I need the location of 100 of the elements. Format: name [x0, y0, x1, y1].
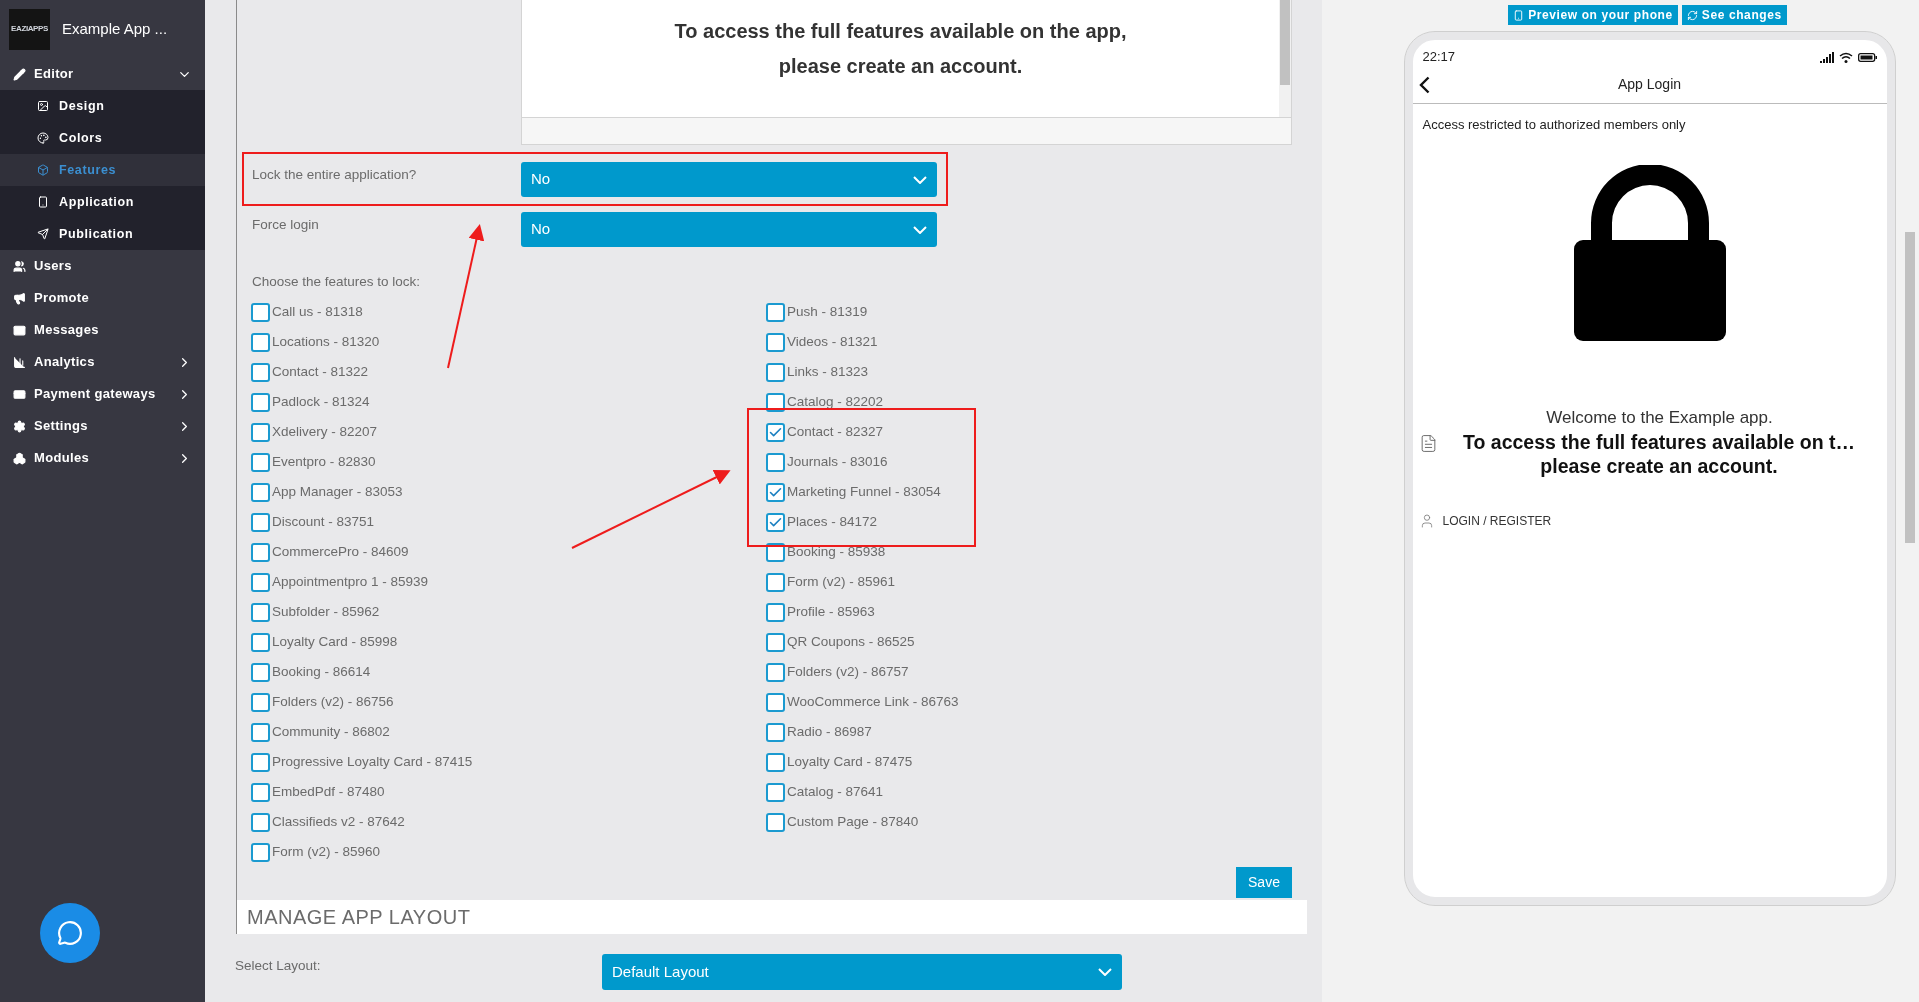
welcome-text: Welcome to the Example app. [1545, 406, 1774, 429]
cube-icon [37, 164, 49, 176]
submenu-item[interactable]: Application [0, 186, 205, 218]
sidebar-item[interactable]: Editor [0, 58, 205, 90]
feature-label: Catalog - 87641 [787, 782, 884, 801]
field-label: Select Layout: [235, 957, 322, 975]
checkbox[interactable] [766, 422, 785, 442]
logo-text: EAZIAPPS [11, 25, 48, 33]
padlock-icon [1573, 164, 1726, 341]
checkbox[interactable] [766, 482, 785, 502]
checkbox[interactable] [251, 452, 270, 472]
feature-label: CommercePro - 84609 [272, 542, 409, 561]
checkbox[interactable] [766, 692, 785, 712]
checkbox[interactable] [766, 452, 785, 472]
checkbox[interactable] [251, 602, 270, 622]
checkbox[interactable] [251, 752, 270, 772]
feature-label: Loyalty Card - 87475 [787, 752, 913, 771]
feature-label: WooCommerce Link - 86763 [787, 692, 959, 711]
feature-label: Marketing Funnel - 83054 [787, 482, 941, 501]
feature-label: Radio - 86987 [787, 722, 872, 741]
feature-label: QR Coupons - 86525 [787, 632, 915, 651]
checkbox[interactable] [766, 302, 785, 322]
feature-label: Form (v2) - 85961 [787, 572, 896, 591]
checkbox[interactable] [766, 812, 785, 832]
checkbox[interactable] [766, 752, 785, 772]
submenu-item[interactable]: Colors [0, 122, 205, 154]
checkbox[interactable] [766, 782, 785, 802]
message-text: To access the full features available on t… please create an account. [1462, 430, 1856, 478]
sidebar-item[interactable]: Users [0, 250, 205, 282]
feature-label: Eventpro - 82830 [272, 452, 376, 471]
boxes-icon [13, 451, 26, 465]
login-link[interactable]: LOGIN / REGISTER [1442, 512, 1552, 530]
checkbox[interactable] [251, 512, 270, 532]
pencil-icon [13, 67, 26, 81]
field-label: Force login [252, 216, 320, 234]
checkbox[interactable] [251, 782, 270, 802]
checkbox[interactable] [251, 482, 270, 502]
checkbox[interactable] [251, 302, 270, 322]
feature-label: Links - 81323 [787, 362, 869, 381]
scrollbar[interactable] [1279, 0, 1291, 117]
checkbox[interactable] [251, 332, 270, 352]
chat-icon [57, 920, 83, 946]
checkbox[interactable] [766, 332, 785, 352]
checkbox[interactable] [251, 812, 270, 832]
sidebar-item[interactable]: Promote [0, 282, 205, 314]
checkbox[interactable] [251, 632, 270, 652]
checkbox[interactable] [251, 392, 270, 412]
feature-label: Community - 86802 [272, 722, 390, 741]
feature-label: Places - 84172 [787, 512, 878, 531]
checkbox[interactable] [766, 722, 785, 742]
checkbox[interactable] [251, 842, 270, 862]
feature-label: Padlock - 81324 [272, 392, 370, 411]
sidebar-item[interactable]: Settings [0, 410, 205, 442]
feature-label: Push - 81319 [787, 302, 868, 321]
checkbox[interactable] [251, 572, 270, 592]
checkbox[interactable] [251, 422, 270, 442]
feature-label: Profile - 85963 [787, 602, 875, 621]
chevron-down-icon [913, 225, 927, 234]
sidebar-item[interactable]: Analytics [0, 346, 205, 378]
feature-label: Form (v2) - 85960 [272, 842, 381, 861]
field-label: Lock the entire application? [252, 166, 418, 184]
refresh-icon [1686, 9, 1698, 21]
image-icon [37, 100, 49, 112]
battery-icon [1857, 52, 1877, 62]
feature-label: Custom Page - 87840 [787, 812, 919, 831]
section-label: Choose the features to lock: [251, 273, 422, 291]
chat-button[interactable] [40, 903, 100, 963]
checkbox[interactable] [766, 572, 785, 592]
sidebar-item[interactable]: Payment gateways [0, 378, 205, 410]
signal-icon [1819, 51, 1834, 63]
checkbox[interactable] [251, 722, 270, 742]
feature-label: Videos - 81321 [787, 332, 878, 351]
checkbox[interactable] [251, 692, 270, 712]
checkbox[interactable] [766, 602, 785, 622]
checkbox[interactable] [251, 542, 270, 562]
checkbox[interactable] [251, 662, 270, 682]
feature-label: Folders (v2) - 86756 [272, 692, 394, 711]
checkbox[interactable] [766, 362, 785, 382]
sidebar-item[interactable]: Messages [0, 314, 205, 346]
back-icon[interactable] [1418, 75, 1430, 94]
submenu-item[interactable]: Design [0, 90, 205, 122]
megaphone-icon [13, 291, 26, 305]
feature-label: Folders (v2) - 86757 [787, 662, 909, 681]
status-time: 22:17 [1422, 48, 1456, 67]
app-name: Example App ... [62, 18, 168, 39]
feature-label: Contact - 82327 [787, 422, 884, 441]
feature-label: Discount - 83751 [272, 512, 375, 531]
scrollbar-thumb[interactable] [1905, 232, 1915, 543]
submenu-item[interactable]: Publication [0, 218, 205, 250]
feature-label: Booking - 85938 [787, 542, 886, 561]
feature-label: Call us - 81318 [272, 302, 363, 321]
submenu-item[interactable]: Features [0, 154, 205, 186]
checkbox[interactable] [766, 632, 785, 652]
feature-label: Xdelivery - 82207 [272, 422, 378, 441]
checkbox[interactable] [251, 362, 270, 382]
checkbox[interactable] [766, 662, 785, 682]
sidebar-item[interactable]: Modules [0, 442, 205, 474]
wifi-icon [1838, 51, 1853, 63]
checkbox[interactable] [766, 512, 785, 532]
feature-label: Catalog - 82202 [787, 392, 884, 411]
